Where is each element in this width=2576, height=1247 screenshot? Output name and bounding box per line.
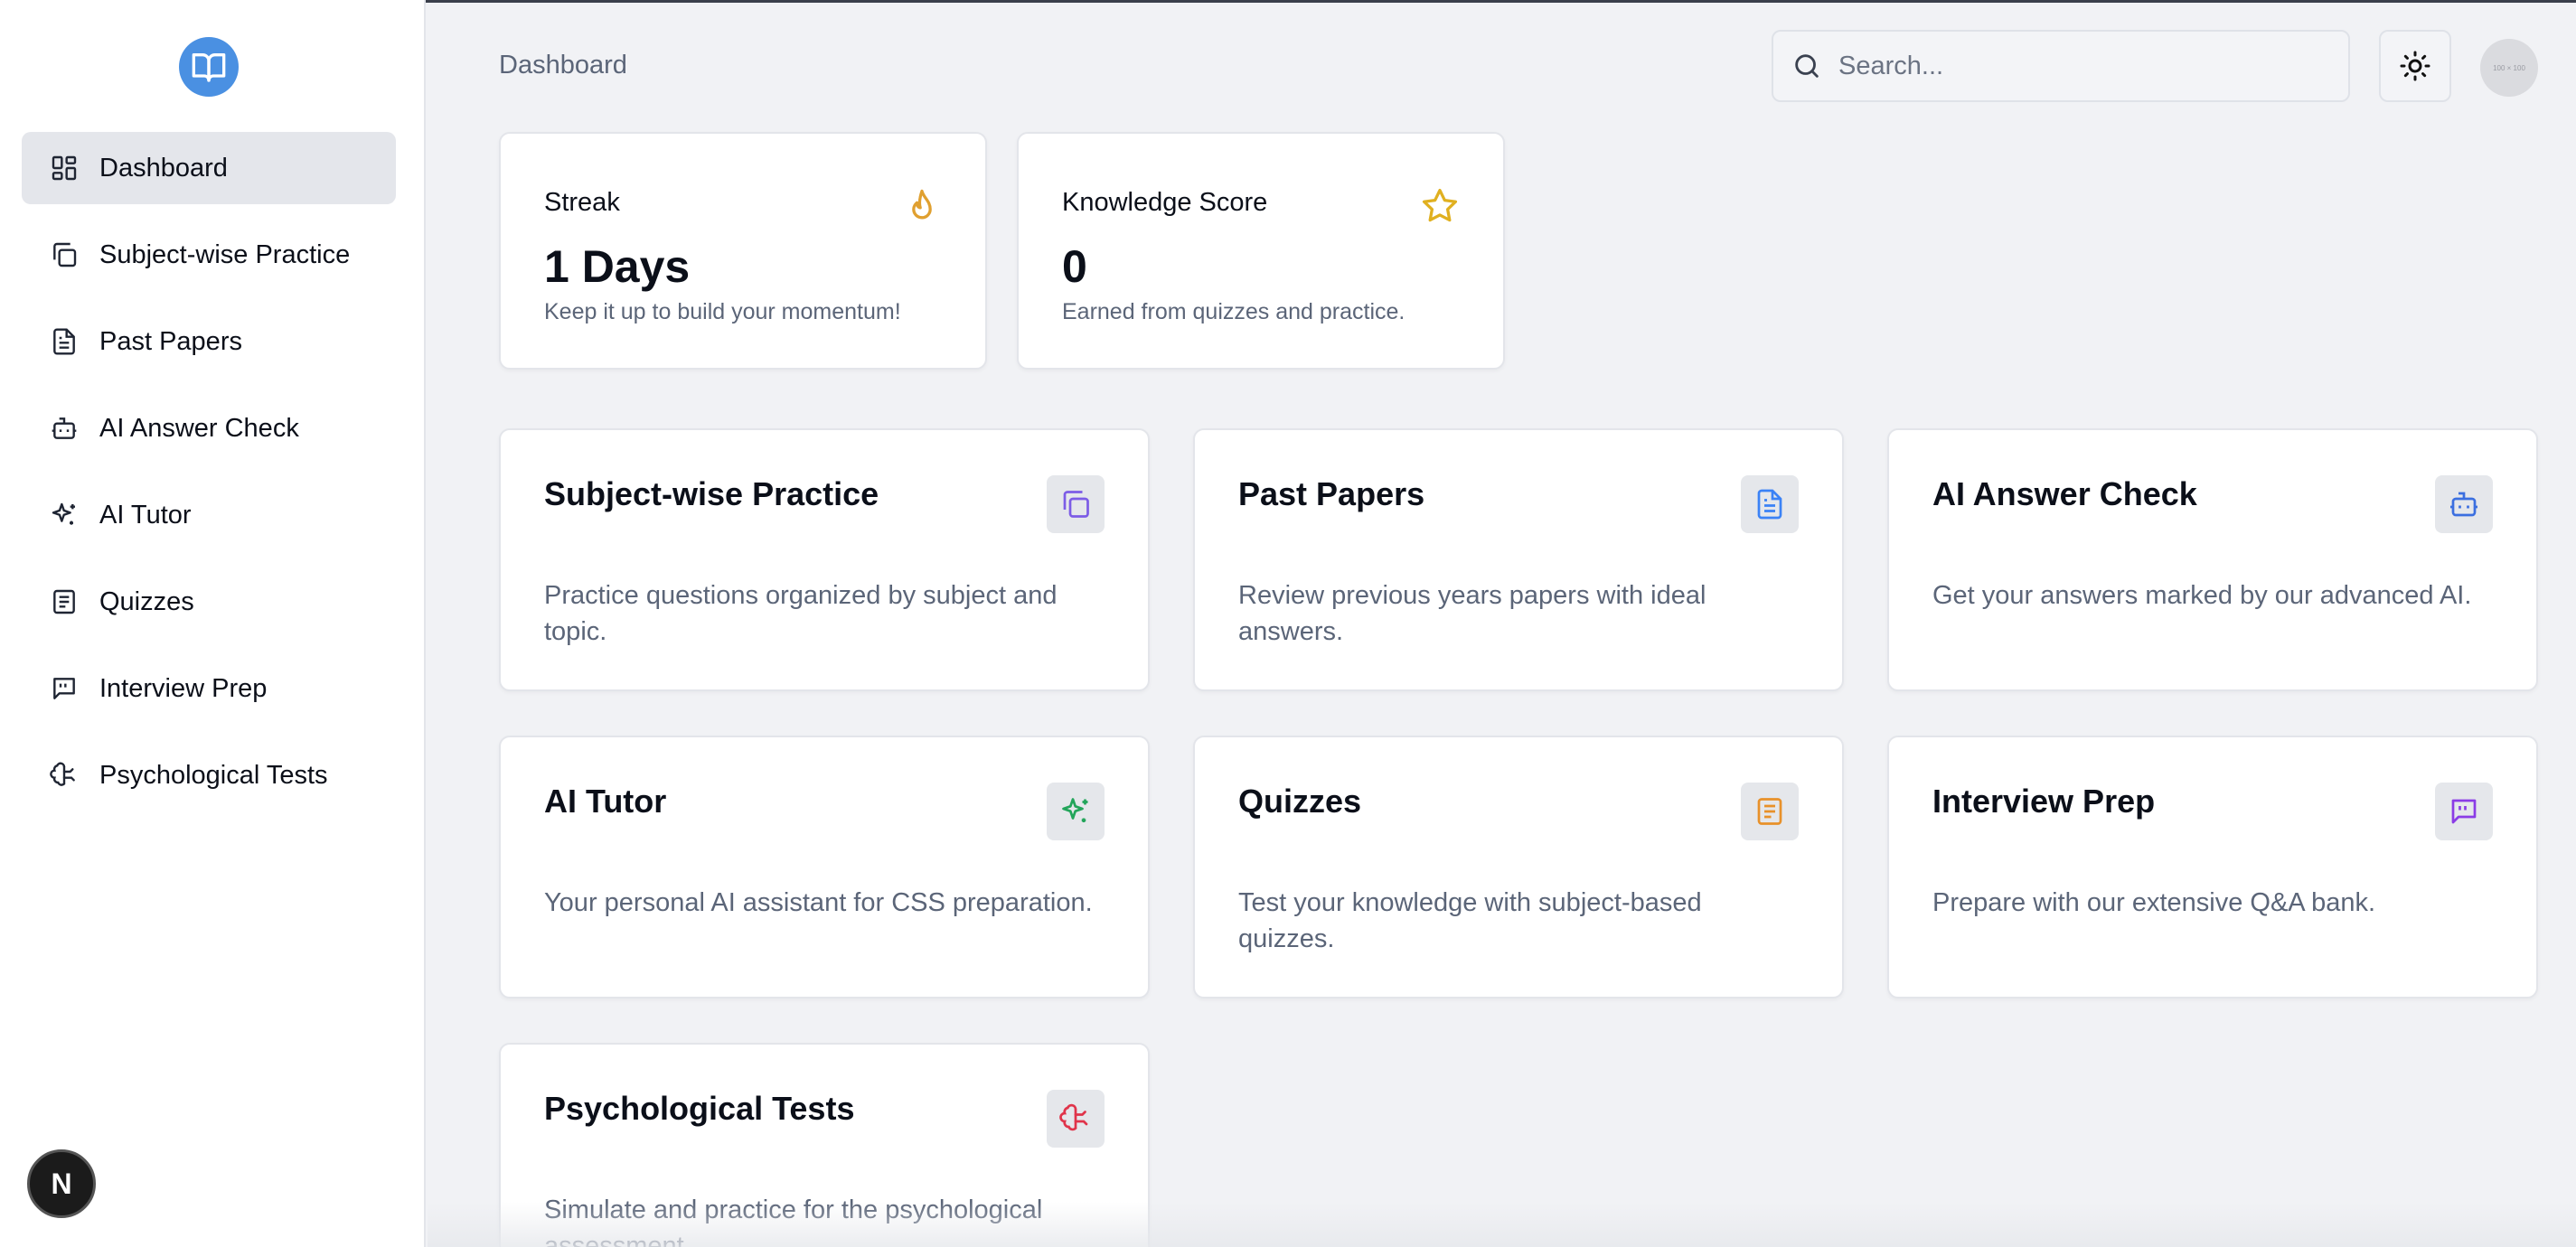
sun-icon bbox=[2400, 51, 2430, 81]
avatar-placeholder-text: 100 × 100 bbox=[2493, 63, 2525, 72]
search-bar[interactable] bbox=[1772, 30, 2350, 102]
feature-description: Simulate and practice for the psychologi… bbox=[544, 1195, 1043, 1247]
file-text-icon bbox=[49, 326, 80, 357]
sidebar-item-label: AI Tutor bbox=[99, 500, 192, 530]
search-input[interactable] bbox=[1838, 51, 2327, 81]
breadcrumb: Dashboard bbox=[499, 51, 627, 80]
sidebar-item-ai-answer-check[interactable]: AI Answer Check bbox=[22, 392, 396, 464]
feature-title: Subject-wise Practice bbox=[544, 475, 879, 512]
feature-description: Review previous years papers with ideal … bbox=[1238, 581, 1706, 646]
sidebar-nav: Dashboard Subject-wise Practice Past Pap… bbox=[22, 132, 396, 826]
sidebar: Dashboard Subject-wise Practice Past Pap… bbox=[0, 0, 426, 1247]
feature-card-subject-practice[interactable]: Subject-wise Practice Practice questions… bbox=[499, 428, 1150, 691]
sidebar-item-psychological-tests[interactable]: Psychological Tests bbox=[22, 739, 396, 811]
feature-description: Test your knowledge with subject-based q… bbox=[1238, 888, 1702, 953]
list-icon bbox=[49, 586, 80, 617]
feature-title: Past Papers bbox=[1238, 475, 1425, 512]
feature-title: Quizzes bbox=[1238, 783, 1362, 820]
file-text-icon bbox=[1741, 475, 1799, 533]
stat-description: Earned from quizzes and practice. bbox=[1062, 299, 1406, 324]
stat-description: Keep it up to build your momentum! bbox=[544, 299, 901, 324]
feature-card-quizzes[interactable]: Quizzes Test your knowledge with subject… bbox=[1193, 736, 1844, 999]
brain-icon bbox=[49, 760, 80, 791]
message-quote-icon bbox=[2435, 783, 2493, 840]
feature-description: Prepare with our extensive Q&A bank. bbox=[1932, 888, 2376, 917]
bot-icon bbox=[49, 413, 80, 444]
knowledge-score-card: Knowledge Score 0 Earned from quizzes an… bbox=[1017, 132, 1505, 370]
star-icon bbox=[1422, 188, 1458, 222]
flame-icon bbox=[912, 189, 932, 220]
feature-title: AI Tutor bbox=[544, 783, 667, 820]
feature-card-ai-answer-check[interactable]: AI Answer Check Get your answers marked … bbox=[1887, 428, 2538, 691]
streak-card: Streak 1 Days Keep it up to build your m… bbox=[499, 132, 987, 370]
sidebar-item-label: Subject-wise Practice bbox=[99, 239, 351, 269]
feature-description: Practice questions organized by subject … bbox=[544, 581, 1058, 646]
stat-title: Streak bbox=[544, 188, 620, 217]
dashboard-icon bbox=[49, 153, 80, 183]
feature-title: Interview Prep bbox=[1932, 783, 2156, 820]
sidebar-item-label: Psychological Tests bbox=[99, 760, 328, 790]
theme-toggle-button[interactable] bbox=[2379, 30, 2451, 102]
feature-title: Psychological Tests bbox=[544, 1090, 855, 1127]
message-quote-icon bbox=[49, 673, 80, 704]
sidebar-item-ai-tutor[interactable]: AI Tutor bbox=[22, 479, 396, 551]
bot-icon bbox=[2435, 475, 2493, 533]
sidebar-item-interview-prep[interactable]: Interview Prep bbox=[22, 652, 396, 725]
sparkles-icon bbox=[1047, 783, 1105, 840]
app-logo[interactable] bbox=[179, 37, 239, 97]
book-open-icon bbox=[192, 53, 226, 82]
sidebar-item-label: Past Papers bbox=[99, 326, 242, 356]
sidebar-item-label: Dashboard bbox=[99, 153, 228, 183]
copy-icon bbox=[1047, 475, 1105, 533]
sidebar-item-dashboard[interactable]: Dashboard bbox=[22, 132, 396, 204]
feature-description: Your personal AI assistant for CSS prepa… bbox=[544, 888, 1093, 917]
sidebar-item-past-papers[interactable]: Past Papers bbox=[22, 305, 396, 378]
feature-card-psychological-tests[interactable]: Psychological Tests Simulate and practic… bbox=[499, 1043, 1150, 1247]
stat-value: 1 Days bbox=[544, 241, 691, 292]
sparkles-icon bbox=[49, 500, 80, 530]
search-icon bbox=[1795, 54, 1819, 78]
dev-tools-badge[interactable]: N bbox=[27, 1149, 96, 1218]
feature-card-interview-prep[interactable]: Interview Prep Prepare with our extensiv… bbox=[1887, 736, 2538, 999]
sidebar-item-subject-practice[interactable]: Subject-wise Practice bbox=[22, 219, 396, 291]
sidebar-item-label: AI Answer Check bbox=[99, 413, 299, 443]
feature-card-past-papers[interactable]: Past Papers Review previous years papers… bbox=[1193, 428, 1844, 691]
list-icon bbox=[1741, 783, 1799, 840]
feature-card-ai-tutor[interactable]: AI Tutor Your personal AI assistant for … bbox=[499, 736, 1150, 999]
stat-title: Knowledge Score bbox=[1062, 188, 1268, 217]
sidebar-item-label: Interview Prep bbox=[99, 673, 268, 703]
sidebar-item-quizzes[interactable]: Quizzes bbox=[22, 566, 396, 638]
feature-description: Get your answers marked by our advanced … bbox=[1932, 581, 2472, 610]
copy-icon bbox=[49, 239, 80, 270]
feature-title: AI Answer Check bbox=[1932, 475, 2197, 512]
avatar[interactable]: 100 × 100 bbox=[2480, 39, 2538, 97]
stat-value: 0 bbox=[1062, 241, 1087, 292]
brain-icon bbox=[1047, 1090, 1105, 1148]
sidebar-item-label: Quizzes bbox=[99, 586, 194, 616]
